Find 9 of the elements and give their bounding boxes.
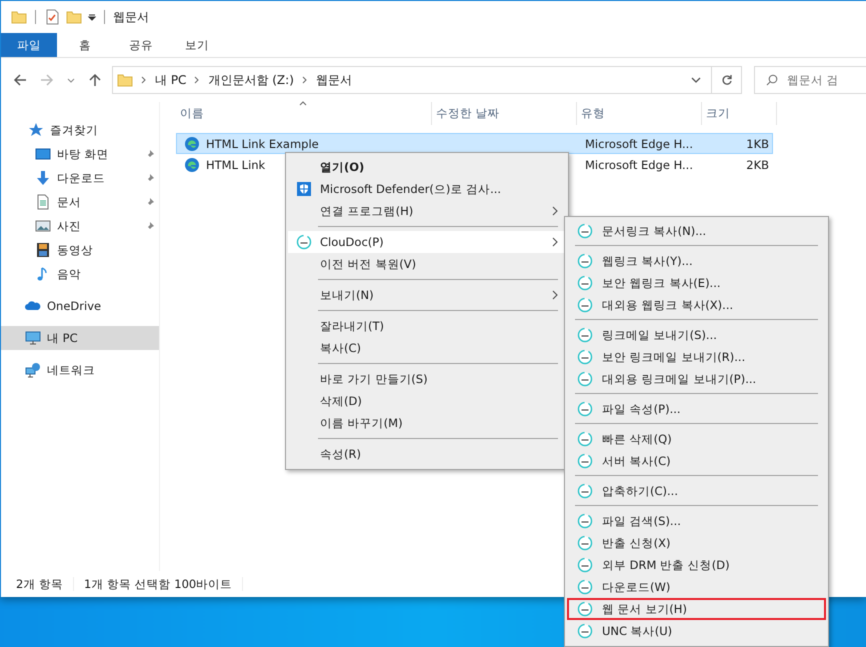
status-text: 1개 항목 선택함 100바이트 bbox=[84, 576, 232, 592]
file-name: HTML Link Example bbox=[206, 136, 319, 150]
file-size: 2KB bbox=[746, 158, 769, 172]
status-text: 2개 항목 bbox=[16, 576, 63, 592]
window-title: 웹문서 bbox=[113, 8, 149, 26]
file-type: Microsoft Edge H... bbox=[585, 158, 693, 172]
file-type: Microsoft Edge H... bbox=[585, 136, 693, 150]
file-size: 1KB bbox=[746, 136, 769, 150]
file-name: HTML Link bbox=[206, 158, 266, 172]
